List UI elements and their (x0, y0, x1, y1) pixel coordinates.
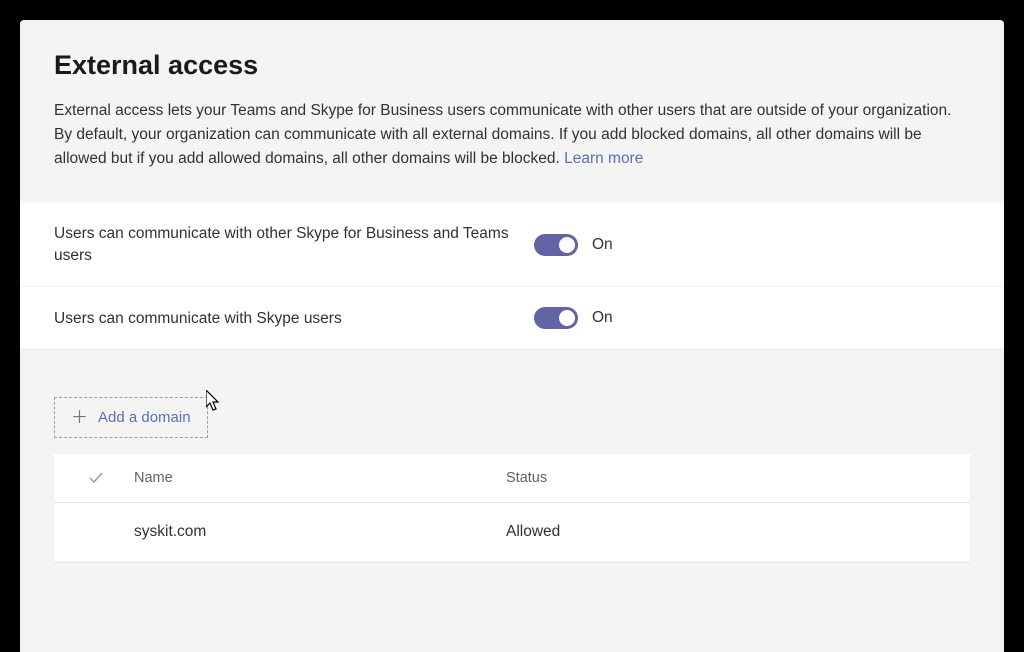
column-header-name[interactable]: Name (126, 470, 506, 486)
header-area: External access External access lets you… (20, 50, 1004, 191)
description-text: External access lets your Teams and Skyp… (54, 99, 970, 171)
row-status-cell: Allowed (506, 523, 958, 541)
table-header: Name Status (54, 454, 970, 503)
row-name-cell: syskit.com (126, 523, 506, 541)
add-domain-label: Add a domain (98, 409, 191, 426)
external-access-page: External access External access lets you… (20, 20, 1004, 652)
toggle-group: On (534, 307, 613, 329)
setting-label: Users can communicate with other Skype f… (54, 223, 534, 266)
toggle-group: On (534, 234, 613, 256)
checkmark-icon (88, 470, 104, 486)
learn-more-link[interactable]: Learn more (564, 150, 643, 167)
table-row[interactable]: syskit.com Allowed (54, 503, 970, 562)
domain-table: Name Status syskit.com Allowed (54, 454, 970, 562)
setting-row-skype-users: Users can communicate with Skype users O… (20, 287, 1004, 349)
setting-label: Users can communicate with Skype users (54, 308, 534, 330)
column-check (66, 470, 126, 486)
toggle-switch[interactable] (534, 307, 578, 329)
toggle-switch[interactable] (534, 234, 578, 256)
page-title: External access (54, 50, 970, 81)
plus-icon: ＋ (71, 409, 88, 426)
description-body: External access lets your Teams and Skyp… (54, 102, 951, 167)
column-header-status[interactable]: Status (506, 470, 958, 486)
settings-card: Users can communicate with other Skype f… (20, 203, 1004, 349)
setting-row-teams-skype: Users can communicate with other Skype f… (20, 203, 1004, 287)
toggle-state-label: On (592, 309, 613, 327)
toggle-state-label: On (592, 236, 613, 254)
add-domain-button[interactable]: ＋ Add a domain (54, 397, 208, 438)
domains-area: ＋ Add a domain Name Status syskit.com Al… (20, 349, 1004, 562)
